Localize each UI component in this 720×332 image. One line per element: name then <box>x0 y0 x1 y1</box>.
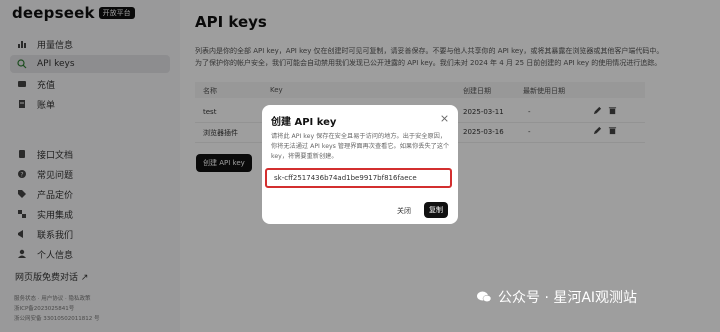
modal-description: 请将此 API key 保存在安全且易于访问的地方。出于安全原因，你将无法通过 … <box>271 133 450 160</box>
watermark: 公众号 · 星河AI观测站 <box>476 287 637 307</box>
copy-button[interactable]: 复制 <box>424 202 448 218</box>
close-button[interactable]: 关闭 <box>393 203 415 219</box>
api-key-value[interactable]: sk-cff2517436b74ad1be9917bf816faece <box>274 174 417 182</box>
close-icon[interactable] <box>439 113 449 123</box>
create-key-modal: 创建 API key 请将此 API key 保存在安全且易于访问的地方。出于安… <box>262 105 458 224</box>
watermark-text: 公众号 · 星河AI观测站 <box>498 290 638 306</box>
wechat-icon <box>476 289 492 305</box>
api-key-field[interactable]: sk-cff2517436b74ad1be9917bf816faece <box>265 168 452 188</box>
modal-title: 创建 API key <box>271 117 337 128</box>
